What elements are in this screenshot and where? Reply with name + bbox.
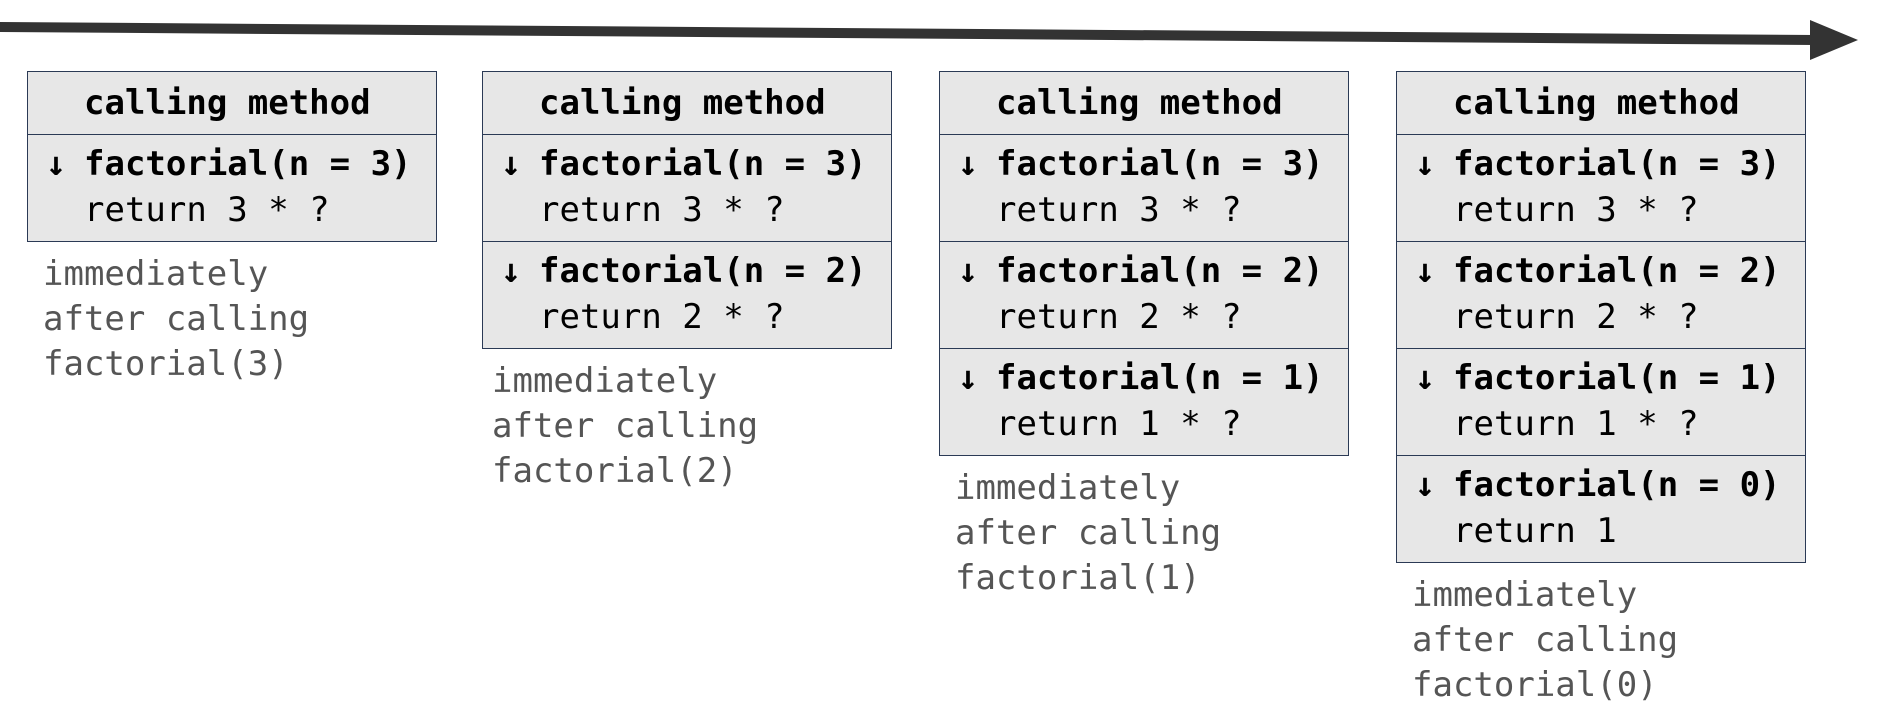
frame-call: factorial(n = 0): [1453, 465, 1781, 505]
down-arrow-icon: ↓: [1414, 358, 1436, 398]
stack-frame: ↓ factorial(n = 0) return 1: [1397, 455, 1805, 562]
caption-line: immediately: [1412, 575, 1638, 615]
frame-call: factorial(n = 3): [1453, 144, 1781, 184]
stack-frame: ↓ factorial(n = 3) return 3 * ?: [1397, 134, 1805, 241]
call-stack: calling method ↓ factorial(n = 3) return…: [482, 71, 892, 349]
frame-return: return 2 * ?: [996, 297, 1242, 337]
stack-frame: ↓ factorial(n = 1) return 1 * ?: [940, 348, 1348, 455]
frame-return: return 2 * ?: [1453, 297, 1699, 337]
frame-return: return 3 * ?: [539, 190, 785, 230]
caption-line: immediately: [492, 361, 718, 401]
caption-line: after calling: [43, 299, 310, 339]
frame-call: factorial(n = 2): [996, 251, 1324, 291]
frame-call: factorial(n = 3): [84, 144, 412, 184]
stack-caption: immediately after calling factorial(0): [1396, 573, 1806, 708]
caption-line: after calling: [492, 406, 759, 446]
timeline-arrow-shaft: [0, 22, 1815, 45]
caption-line: after calling: [1412, 620, 1679, 660]
caption-line: immediately: [955, 468, 1181, 508]
stack-frame: ↓ factorial(n = 3) return 3 * ?: [483, 134, 891, 241]
down-arrow-icon: ↓: [957, 251, 979, 291]
timeline-arrow: [0, 20, 1858, 60]
caption-line: factorial(1): [955, 558, 1201, 598]
call-stack: calling method ↓ factorial(n = 3) return…: [939, 71, 1349, 456]
caption-line: factorial(2): [492, 451, 738, 491]
frame-return: return 2 * ?: [539, 297, 785, 337]
calling-method-header: calling method: [84, 83, 371, 123]
frame-return: return 3 * ?: [1453, 190, 1699, 230]
frame-call: factorial(n = 2): [1453, 251, 1781, 291]
frame-return: return 1 * ?: [996, 404, 1242, 444]
frame-return: return 3 * ?: [996, 190, 1242, 230]
down-arrow-icon: ↓: [500, 144, 522, 184]
down-arrow-icon: ↓: [1414, 251, 1436, 291]
frame-call: factorial(n = 3): [996, 144, 1324, 184]
down-arrow-icon: ↓: [1414, 465, 1436, 505]
stack-frame: ↓ factorial(n = 2) return 2 * ?: [1397, 241, 1805, 348]
frame-return: return 1: [1453, 511, 1617, 551]
calling-method-header: calling method: [539, 83, 826, 123]
call-stack: calling method ↓ factorial(n = 3) return…: [1396, 71, 1806, 563]
calling-method-header: calling method: [996, 83, 1283, 123]
caption-line: factorial(0): [1412, 665, 1658, 705]
frame-return: return 3 * ?: [84, 190, 330, 230]
frame-call: factorial(n = 2): [539, 251, 867, 291]
stack-caption: immediately after calling factorial(3): [27, 252, 437, 387]
frame-call: factorial(n = 3): [539, 144, 867, 184]
stack-caption: immediately after calling factorial(2): [482, 359, 892, 494]
down-arrow-icon: ↓: [957, 144, 979, 184]
stack-frame: ↓ factorial(n = 2) return 2 * ?: [483, 241, 891, 348]
frame-call: factorial(n = 1): [996, 358, 1324, 398]
caption-line: after calling: [955, 513, 1222, 553]
caption-line: factorial(3): [43, 344, 289, 384]
stack-frame: ↓ factorial(n = 3) return 3 * ?: [28, 134, 436, 241]
frame-return: return 1 * ?: [1453, 404, 1699, 444]
stack-frame: ↓ factorial(n = 2) return 2 * ?: [940, 241, 1348, 348]
stack-column-4: calling method ↓ factorial(n = 3) return…: [1396, 71, 1806, 708]
stack-caption: immediately after calling factorial(1): [939, 466, 1349, 601]
down-arrow-icon: ↓: [1414, 144, 1436, 184]
calling-method-header: calling method: [1453, 83, 1740, 123]
stack-column-3: calling method ↓ factorial(n = 3) return…: [939, 71, 1349, 601]
stack-column-1: calling method ↓ factorial(n = 3) return…: [27, 71, 437, 387]
timeline-arrow-head: [1810, 20, 1858, 60]
down-arrow-icon: ↓: [500, 251, 522, 291]
frame-call: factorial(n = 1): [1453, 358, 1781, 398]
down-arrow-icon: ↓: [957, 358, 979, 398]
down-arrow-icon: ↓: [45, 144, 67, 184]
call-stack: calling method ↓ factorial(n = 3) return…: [27, 71, 437, 242]
stack-column-2: calling method ↓ factorial(n = 3) return…: [482, 71, 892, 494]
caption-line: immediately: [43, 254, 269, 294]
stack-frame: ↓ factorial(n = 1) return 1 * ?: [1397, 348, 1805, 455]
stack-frame: ↓ factorial(n = 3) return 3 * ?: [940, 134, 1348, 241]
